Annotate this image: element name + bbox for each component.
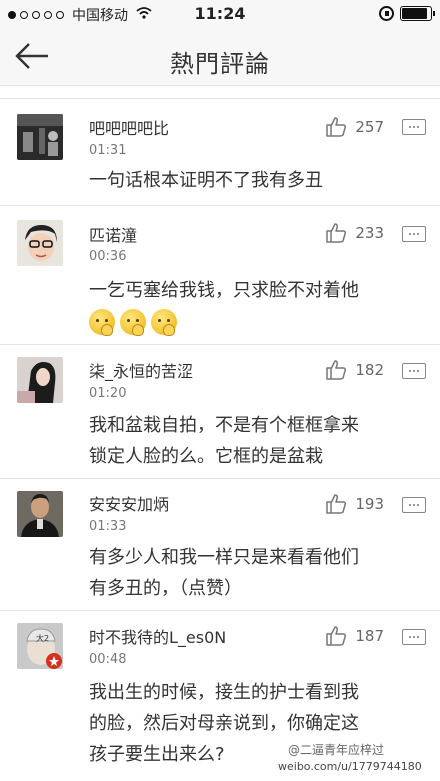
comment-item: 吧吧吧吧比 01:31 257 一句话根本证明不了我有多丑 [0, 99, 440, 206]
like-count: 187 [355, 627, 384, 645]
comment-text: 我和盆栽自拍，不是有个框框拿来 锁定人脸的么。它框的是盆栽 [89, 415, 359, 467]
comment-text: 一句话根本证明不了我有多丑 [89, 170, 323, 191]
avatar[interactable] [17, 491, 63, 537]
avatar[interactable] [17, 114, 63, 160]
username[interactable]: 柒_永恒的苦涩 [89, 358, 193, 382]
comment-time: 00:36 [89, 249, 127, 264]
like-count: 182 [355, 361, 384, 379]
username[interactable]: 匹诺潼 [89, 222, 137, 246]
like-count: 233 [355, 224, 384, 242]
like-button[interactable]: 257 [325, 116, 384, 138]
nav-bar: 熱門評論 [0, 28, 440, 86]
thinking-face-icon [89, 309, 115, 336]
more-options-button[interactable] [402, 629, 426, 645]
more-options-button[interactable] [402, 363, 426, 379]
watermark-url: weibo.com/u/1779744180 [278, 760, 422, 773]
page-title: 熱門評論 [170, 50, 270, 78]
thumbs-up-icon [326, 494, 347, 514]
like-button[interactable]: 193 [325, 493, 384, 515]
svg-text:大2: 大2 [36, 633, 49, 643]
avatar[interactable] [17, 357, 63, 403]
watermark-handle: @二逼青年应梓过 [288, 743, 385, 757]
like-count: 193 [355, 495, 384, 513]
comment-item: 安安安加炳 01:33 193 有多少人和我一样只是来看看他们 有多丑的，（点赞… [0, 479, 440, 611]
avatar[interactable] [17, 220, 63, 266]
comment-text: 有多少人和我一样只是来看看他们 有多丑的，（点赞） [89, 547, 359, 599]
rotation-lock-icon [379, 6, 394, 21]
username[interactable]: 时不我待的L_es0N [89, 624, 226, 648]
thinking-face-icon [120, 309, 146, 336]
avatar[interactable]: 大2 [17, 623, 63, 669]
comment-time: 00:48 [89, 652, 127, 667]
username[interactable]: 安安安加炳 [89, 491, 169, 515]
username[interactable]: 吧吧吧吧比 [89, 115, 169, 139]
more-options-button[interactable] [402, 119, 426, 135]
like-button[interactable]: 182 [325, 359, 384, 381]
comment-item: 柒_永恒的苦涩 01:20 182 我和盆栽自拍，不是有个框框拿来 锁定人脸的么… [0, 345, 440, 479]
thumbs-up-icon [326, 626, 347, 646]
like-button[interactable]: 187 [325, 625, 384, 647]
status-bar: 中国移动 11:24 [0, 0, 440, 28]
like-count: 257 [355, 118, 384, 136]
emoji-row [89, 309, 177, 336]
thumbs-up-icon [326, 360, 347, 380]
comment-time: 01:31 [89, 143, 127, 158]
status-time: 11:24 [194, 4, 246, 23]
more-options-button[interactable] [402, 226, 426, 242]
thinking-face-icon [151, 309, 177, 336]
comment-item: 匹诺潼 00:36 233 一乞丐塞给我钱，只求脸不对着他 [0, 206, 440, 345]
battery-icon [400, 6, 435, 21]
like-button[interactable]: 233 [325, 222, 384, 244]
comment-text: 一乞丐塞给我钱，只求脸不对着他 [89, 280, 359, 301]
more-options-button[interactable] [402, 497, 426, 513]
thumbs-up-icon [326, 117, 347, 137]
comment-time: 01:33 [89, 519, 127, 534]
comment-time: 01:20 [89, 386, 127, 401]
thumbs-up-icon [326, 223, 347, 243]
